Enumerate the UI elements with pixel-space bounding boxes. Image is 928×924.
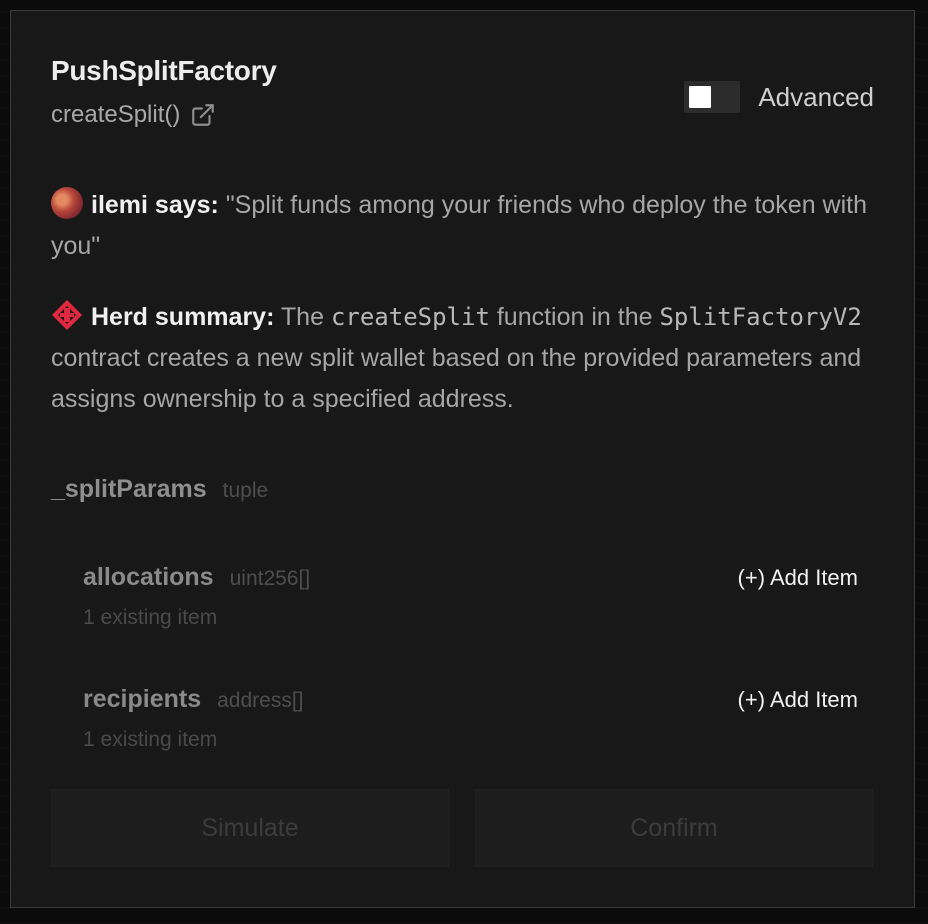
field-type: address[] (217, 689, 304, 712)
existing-count: 1 existing item (83, 606, 218, 629)
field-name: recipients (83, 685, 202, 713)
simulate-button[interactable]: Simulate (51, 789, 449, 867)
contract-function-panel: PushSplitFactory createSplit() Advanced … (10, 10, 915, 908)
param-split-params: _splitParams tuple (51, 475, 268, 504)
summary-code-function: createSplit (330, 303, 490, 331)
existing-count: 1 existing item (83, 728, 218, 751)
summary-text-1: The (280, 303, 324, 331)
external-link-icon[interactable] (190, 102, 216, 128)
author-label: ilemi says: (91, 191, 219, 219)
summary-label: Herd summary: (91, 303, 275, 331)
field-recipients: recipients address[] (+) Add Item 1 exis… (83, 685, 858, 752)
herd-summary: Herd summary: The createSplit function i… (51, 297, 891, 420)
advanced-toggle-group: Advanced (684, 81, 874, 113)
author-quote: ilemi says: "Split funds among your frie… (51, 185, 881, 267)
add-recipient-item-button[interactable]: (+) Add Item (738, 687, 858, 713)
summary-text-3: contract creates a new split wallet base… (51, 344, 862, 413)
field-allocations: allocations uint256[] (+) Add Item 1 exi… (83, 563, 858, 630)
param-type: tuple (222, 479, 269, 502)
field-name: allocations (83, 563, 214, 591)
function-signature[interactable]: createSplit() (51, 101, 180, 129)
add-allocation-item-button[interactable]: (+) Add Item (738, 565, 858, 591)
toggle-knob (689, 86, 712, 108)
advanced-toggle[interactable] (684, 81, 741, 113)
herd-logo-icon (51, 299, 83, 331)
confirm-button[interactable]: Confirm (475, 789, 873, 867)
summary-code-contract: SplitFactoryV2 (659, 303, 862, 331)
panel-header: PushSplitFactory createSplit() Advanced (51, 55, 874, 129)
avatar (51, 187, 83, 219)
summary-text-2: function in the (496, 303, 653, 331)
param-name: _splitParams (51, 475, 207, 503)
advanced-label: Advanced (758, 81, 874, 112)
field-type: uint256[] (229, 567, 311, 590)
